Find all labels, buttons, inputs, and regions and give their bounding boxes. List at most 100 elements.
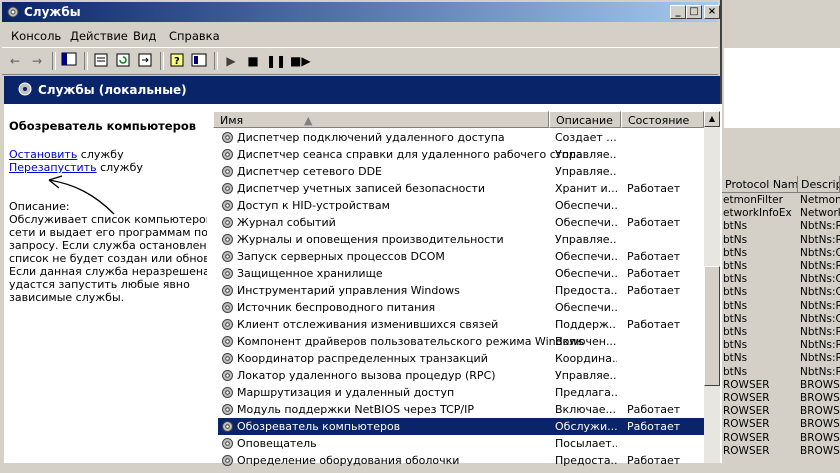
properties-icon[interactable] bbox=[92, 52, 110, 70]
pause-service-icon[interactable]: ❚❚ bbox=[266, 52, 286, 70]
protocol-name-column-header[interactable]: Protocol Name bbox=[722, 176, 798, 193]
service-row[interactable]: Журнал событий Обеспечи... Работает bbox=[218, 214, 704, 231]
title-bar[interactable]: Службы _ □ × bbox=[2, 2, 720, 22]
service-row[interactable]: Источник беспроводного питания Обеспечи..… bbox=[218, 299, 704, 316]
service-row[interactable]: Модуль поддержки NetBIOS через TCP/IP Вкл… bbox=[218, 401, 704, 418]
bg-description-cell: Network bbox=[800, 207, 840, 220]
service-row[interactable]: Локатор удаленного вызова процедур (RPC)… bbox=[218, 367, 704, 384]
description-column-header[interactable]: Описание bbox=[549, 111, 621, 128]
help-icon[interactable]: ? bbox=[168, 52, 186, 70]
service-name: Координатор распределенных транзакций bbox=[237, 352, 488, 365]
service-row[interactable]: Компонент драйверов пользовательского ре… bbox=[218, 333, 704, 350]
bg-protocol-cell: btNs bbox=[723, 339, 748, 352]
toolbar: ← → ? ▶ ■ ❚❚ ■▶ bbox=[2, 47, 718, 75]
service-description: Обеспечи... bbox=[555, 216, 617, 229]
back-arrow-icon[interactable]: ← bbox=[6, 52, 24, 70]
service-description: Создает ... bbox=[555, 131, 617, 144]
export-list-icon[interactable] bbox=[136, 52, 154, 70]
scroll-thumb[interactable] bbox=[704, 266, 720, 386]
service-state: Работает bbox=[627, 182, 681, 195]
service-description: Обеспечи... bbox=[555, 199, 617, 212]
service-name: Журналы и оповещения производительности bbox=[237, 233, 504, 246]
description-line: зависимые службы. bbox=[9, 291, 125, 304]
description-column-header[interactable]: Descript bbox=[798, 176, 840, 193]
service-row[interactable]: Координатор распределенных транзакций Коо… bbox=[218, 350, 704, 367]
service-row[interactable]: Оповещатель Посылает... bbox=[218, 435, 704, 452]
bg-description-cell: NbtNs:R bbox=[800, 339, 840, 352]
scroll-up-button[interactable]: ▲ bbox=[704, 111, 720, 127]
service-row[interactable]: Обозреватель компьютеров Обслужи... Работа… bbox=[218, 418, 704, 435]
view-icon[interactable] bbox=[190, 52, 208, 70]
maximize-button[interactable]: □ bbox=[686, 5, 702, 19]
service-description: Управляе... bbox=[555, 165, 617, 178]
service-row[interactable]: Диспетчер сетевого DDE Управляе... bbox=[218, 163, 704, 180]
bg-protocol-cell: btNs bbox=[723, 326, 748, 338]
service-gear-icon bbox=[220, 453, 235, 473]
menu-help[interactable]: Справка bbox=[169, 29, 220, 43]
service-description: Включен... bbox=[555, 335, 617, 348]
service-name: Обозреватель компьютеров bbox=[237, 420, 401, 433]
menu-view[interactable]: Вид bbox=[133, 29, 156, 43]
stop-service-icon[interactable]: ■ bbox=[244, 52, 262, 70]
vertical-scrollbar[interactable]: ▲ bbox=[704, 111, 720, 463]
service-name: Клиент отслеживания изменившихся связей bbox=[237, 318, 499, 331]
minimize-button[interactable]: _ bbox=[670, 5, 686, 19]
bg-protocol-cell: ROWSER bbox=[723, 444, 770, 457]
service-state: Работает bbox=[627, 454, 681, 467]
bg-description-cell: NbtNs:Q bbox=[800, 312, 840, 325]
start-service-icon[interactable]: ▶ bbox=[222, 52, 240, 70]
service-state: Работает bbox=[627, 250, 681, 263]
service-row[interactable]: Диспетчер сеанса справки для удаленного … bbox=[218, 146, 704, 163]
service-row[interactable]: Журналы и оповещения производительности У… bbox=[218, 231, 704, 248]
show-hide-tree-icon[interactable] bbox=[60, 52, 78, 70]
details-pane: Обозреватель компьютеров Остановить служ… bbox=[4, 104, 234, 463]
service-name: Локатор удаленного вызова процедур (RPC) bbox=[237, 369, 496, 382]
menu-console[interactable]: Консоль bbox=[11, 29, 61, 43]
bg-description-cell: BROWSE bbox=[800, 444, 840, 457]
forward-arrow-icon[interactable]: → bbox=[28, 52, 46, 70]
service-name: Компонент драйверов пользовательского ре… bbox=[237, 335, 585, 348]
services-gear-icon bbox=[16, 80, 34, 101]
description-line: список не будет создан или обновлен. bbox=[9, 252, 235, 265]
bg-protocol-cell: btNs bbox=[723, 312, 748, 325]
service-description: Включае... bbox=[555, 403, 616, 416]
close-button[interactable]: × bbox=[704, 5, 720, 19]
service-name: Источник беспроводного питания bbox=[237, 301, 436, 314]
service-row[interactable]: Клиент отслеживания изменившихся связей П… bbox=[218, 316, 704, 333]
bg-protocol-cell: ROWSER bbox=[723, 405, 770, 418]
service-description: Управляе... bbox=[555, 233, 617, 246]
service-row[interactable]: Защищенное хранилище Обеспечи... Работает bbox=[218, 265, 704, 282]
bg-protocol-cell: ROWSER bbox=[723, 418, 770, 431]
bg-description-cell: NetmonF bbox=[800, 194, 840, 206]
bg-protocol-cell: btNs bbox=[723, 352, 748, 365]
bg-description-cell: NbtNs:R bbox=[800, 365, 840, 378]
service-name: Защищенное хранилище bbox=[237, 267, 383, 280]
service-row[interactable]: Маршрутизация и удаленный доступ Предлага… bbox=[218, 384, 704, 401]
name-column-header[interactable]: Имя ▲ bbox=[213, 111, 549, 128]
service-name: Диспетчер подключений удаленного доступа bbox=[237, 131, 505, 144]
menu-action[interactable]: Действие bbox=[70, 29, 128, 43]
bg-protocol-cell: btNs bbox=[723, 233, 748, 246]
service-row[interactable]: Запуск серверных процессов DCOM Обеспечи.… bbox=[218, 248, 704, 265]
service-row[interactable]: Определение оборудования оболочки Предост… bbox=[218, 452, 704, 469]
service-description: Посылает... bbox=[555, 437, 617, 450]
refresh-icon[interactable] bbox=[114, 52, 132, 70]
bg-description-cell: NbtNs:R bbox=[800, 233, 840, 246]
restart-service-icon[interactable]: ■▶ bbox=[290, 52, 311, 70]
service-description: Управляе... bbox=[555, 369, 617, 382]
bg-protocol-cell: etworkInfoEx bbox=[723, 207, 792, 220]
service-state: Работает bbox=[627, 267, 681, 280]
background-window-pane bbox=[724, 48, 840, 128]
service-description: Координа... bbox=[555, 352, 617, 365]
bg-protocol-cell: ROWSER bbox=[723, 392, 770, 404]
bg-description-cell: NbtNs:Q bbox=[800, 286, 840, 299]
bg-protocol-cell: ROWSER bbox=[723, 431, 770, 444]
bg-description-cell: BROWSE bbox=[800, 431, 840, 444]
service-description: Обеспечи... bbox=[555, 250, 617, 263]
state-column-header[interactable]: Состояние bbox=[621, 111, 704, 128]
service-row[interactable]: Инструментарий управления Windows Предост… bbox=[218, 282, 704, 299]
service-row[interactable]: Доступ к HID-устройствам Обеспечи... bbox=[218, 197, 704, 214]
service-name: Диспетчер учетных записей безопасности bbox=[237, 182, 485, 195]
service-row[interactable]: Диспетчер подключений удаленного доступа… bbox=[218, 129, 704, 146]
service-row[interactable]: Диспетчер учетных записей безопасности Хр… bbox=[218, 180, 704, 197]
